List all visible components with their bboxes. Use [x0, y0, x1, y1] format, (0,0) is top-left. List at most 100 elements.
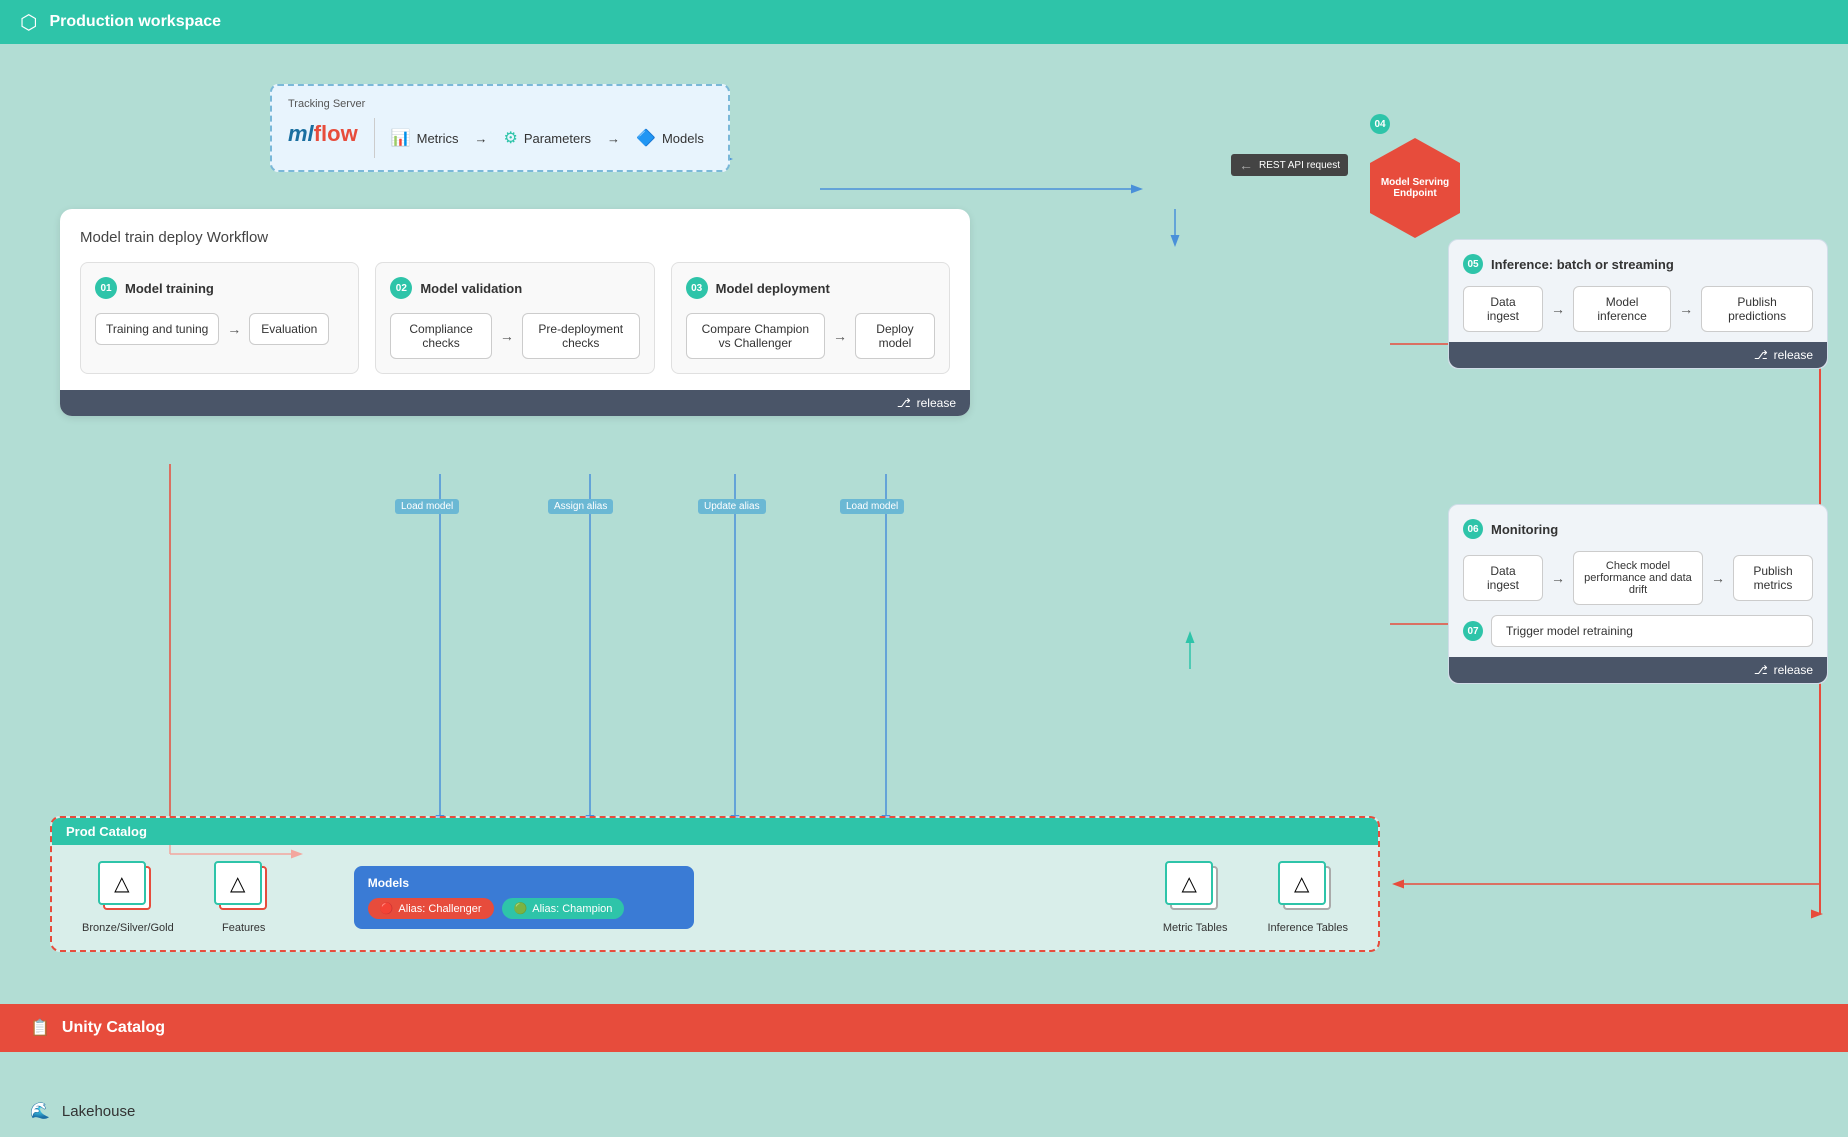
mlflow-tracking-box: Tracking Server mlflow 📊 Metrics → ⚙ Par…	[270, 84, 730, 172]
workflow-title: Model train deploy Workflow	[80, 229, 950, 246]
inference-git-icon: ⎇	[1754, 348, 1768, 362]
monitoring-title: Monitoring	[1491, 522, 1558, 537]
mlflow-logo: mlflow	[288, 121, 358, 147]
lakehouse-label: Lakehouse	[62, 1103, 135, 1120]
features-icon: △	[230, 871, 245, 896]
mlflow-arrow-1: →	[475, 131, 488, 146]
inference-model-inference: Model inference	[1573, 286, 1671, 332]
catalog-bsg-icon: △	[98, 861, 146, 905]
assign-alias-label: Assign alias	[548, 499, 613, 514]
mlflow-models: 🔷 Models	[636, 128, 704, 148]
prod-catalog-content: △ Bronze/Silver/Gold △ Features Models	[52, 845, 1378, 950]
catalog-bronze-silver-gold: △ Bronze/Silver/Gold	[82, 861, 174, 934]
rest-api-badge: ← REST API request	[1231, 154, 1348, 176]
trigger-num: 07	[1463, 621, 1483, 641]
inference-release-bar: ⎇ release	[1449, 342, 1827, 368]
main-canvas: Tracking Server mlflow 📊 Metrics → ⚙ Par…	[0, 44, 1848, 1137]
lakehouse-bar: 🌊 Lakehouse	[0, 1085, 1848, 1137]
parameters-icon: ⚙	[504, 128, 518, 148]
step-arrow-01: →	[227, 321, 241, 337]
section-03-header: 03 Model deployment	[686, 277, 935, 299]
section-01-title: Model training	[125, 281, 214, 296]
step-training-tuning: Training and tuning	[95, 313, 219, 345]
git-icon: ⎇	[897, 396, 911, 410]
inference-release-label: release	[1774, 348, 1813, 362]
unity-catalog-bar: 📋 Unity Catalog	[0, 1004, 1848, 1052]
step-deploy-model: Deploy model	[855, 313, 935, 359]
section-01-steps: Training and tuning → Evaluation	[95, 313, 344, 345]
section-model-validation: 02 Model validation Compliance checks → …	[375, 262, 654, 374]
monitoring-arrow-2: →	[1711, 570, 1725, 586]
section-03-steps: Compare Champion vs Challenger → Deploy …	[686, 313, 935, 359]
inference-arrow-1: →	[1551, 301, 1565, 317]
models-icon: 🔷	[636, 128, 656, 148]
step-compare-champion: Compare Champion vs Challenger	[686, 313, 825, 359]
model-serving-num: 04	[1370, 114, 1390, 134]
inference-data-ingest: Data ingest	[1463, 286, 1543, 332]
metric-tables-label: Metric Tables	[1163, 922, 1228, 934]
monitoring-arrow-1: →	[1551, 570, 1565, 586]
step-compliance-checks: Compliance checks	[390, 313, 492, 359]
section-03-num: 03	[686, 277, 708, 299]
challenger-icon: 🔴	[380, 902, 394, 915]
mlflow-parameters: ⚙ Parameters	[504, 128, 592, 148]
catalog-features-label: Features	[222, 922, 265, 934]
section-02-steps: Compliance checks → Pre-deployment check…	[390, 313, 639, 359]
inference-steps: Data ingest → Model inference → Publish …	[1463, 286, 1813, 332]
step-evaluation: Evaluation	[249, 313, 329, 345]
workspace-title: Production workspace	[49, 13, 221, 31]
inference-arrow-2: →	[1679, 301, 1693, 317]
unity-catalog-label: Unity Catalog	[62, 1019, 165, 1037]
catalog-bsg-icon-container: △	[98, 861, 158, 916]
inference-tables-label: Inference Tables	[1267, 922, 1348, 934]
metric-tables-icon-container: △	[1165, 861, 1225, 916]
mlflow-arrow-2: →	[607, 131, 620, 146]
section-02-header: 02 Model validation	[390, 277, 639, 299]
section-01-header: 01 Model training	[95, 277, 344, 299]
lakehouse-icon: 🌊	[30, 1101, 50, 1121]
prod-catalog-header: Prod Catalog	[52, 818, 1378, 845]
metrics-icon: 📊	[391, 128, 411, 148]
section-model-deployment: 03 Model deployment Compare Champion vs …	[671, 262, 950, 374]
mlflow-metrics: 📊 Metrics	[391, 128, 459, 148]
section-02-title: Model validation	[420, 281, 522, 296]
mlflow-items: 📊 Metrics → ⚙ Parameters → 🔷 Models	[391, 128, 704, 148]
monitoring-check-model: Check model performance and data drift	[1573, 551, 1703, 605]
section-03-title: Model deployment	[716, 281, 830, 296]
load-model-1-label: Load model	[395, 499, 459, 514]
inference-tables-icon-container: △	[1278, 861, 1338, 916]
inference-tables-icon: △	[1278, 861, 1326, 905]
workflow-box: Model train deploy Workflow 01 Model tra…	[60, 209, 970, 416]
inference-publish-predictions: Publish predictions	[1701, 286, 1813, 332]
catalog-features: △ Features	[214, 861, 274, 934]
workspace-icon: ⬡	[20, 10, 37, 35]
catalog-features-icon-container: △	[214, 861, 274, 916]
metric-tables-icon: △	[1165, 861, 1213, 905]
monitoring-publish-metrics: Publish metrics	[1733, 555, 1813, 601]
monitoring-panel-header: 06 Monitoring	[1463, 519, 1813, 539]
workflow-release-label: release	[917, 396, 956, 410]
workflow-sections: 01 Model training Training and tuning → …	[80, 262, 950, 374]
champion-icon: 🟢	[514, 902, 528, 915]
alias-challenger: 🔴 Alias: Challenger	[368, 898, 494, 919]
monitoring-release-label: release	[1774, 663, 1813, 677]
top-bar: ⬡ Production workspace	[0, 0, 1848, 44]
monitoring-steps: Data ingest → Check model performance an…	[1463, 551, 1813, 605]
model-serving-container: 04 Model Serving Endpoint	[1370, 114, 1460, 238]
inference-num: 05	[1463, 254, 1483, 274]
inference-panel-header: 05 Inference: batch or streaming	[1463, 254, 1813, 274]
monitoring-release-bar: ⎇ release	[1449, 657, 1827, 683]
step-predeployment-checks: Pre-deployment checks	[522, 313, 640, 359]
inference-title: Inference: batch or streaming	[1491, 257, 1674, 272]
models-box-title: Models	[368, 876, 680, 890]
alias-champion: 🟢 Alias: Champion	[502, 898, 625, 919]
monitoring-panel: 06 Monitoring Data ingest → Check model …	[1448, 504, 1828, 684]
update-alias-label: Update alias	[698, 499, 766, 514]
catalog-features-icon: △	[214, 861, 262, 905]
catalog-metric-tables: △ Metric Tables	[1163, 861, 1228, 934]
databricks-icon: △	[114, 871, 129, 896]
monitoring-git-icon: ⎇	[1754, 663, 1768, 677]
section-02-num: 02	[390, 277, 412, 299]
section-model-training: 01 Model training Training and tuning → …	[80, 262, 359, 374]
catalog-inference-tables: △ Inference Tables	[1267, 861, 1348, 934]
